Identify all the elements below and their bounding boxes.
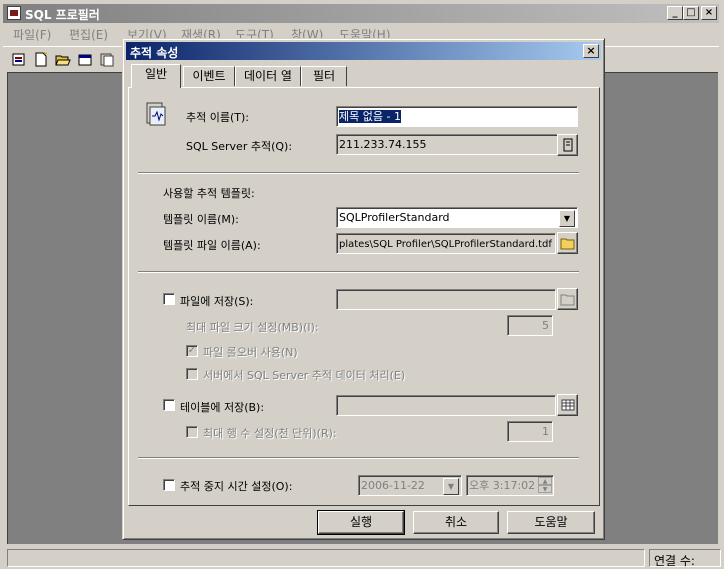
max-rows-checkbox xyxy=(186,426,198,438)
status-connections-label: 연결 수: xyxy=(654,554,695,568)
menu-edit[interactable]: 편집(E) xyxy=(69,26,108,43)
new-template-icon[interactable] xyxy=(33,52,49,67)
chevron-down-icon: ▼ xyxy=(443,478,459,495)
max-file-size-label: 최대 파일 크기 설정(MB)(I): xyxy=(186,321,319,334)
file-rollover-label: 파일 롤오버 사용(N) xyxy=(203,346,298,359)
folder-icon xyxy=(560,238,575,250)
help-button[interactable]: 도움말 xyxy=(507,511,595,534)
max-rows-label: 최대 행 수 설정(천 단위)(R): xyxy=(203,427,337,440)
server-icon xyxy=(563,138,573,152)
save-to-table-checkbox[interactable] xyxy=(163,399,175,411)
spin-down-icon: ▼ xyxy=(538,485,552,493)
properties-icon[interactable] xyxy=(77,52,93,67)
template-name-value: SQLProfilerStandard xyxy=(339,211,450,224)
spin-up-icon: ▲ xyxy=(538,477,552,485)
status-pane-main xyxy=(7,549,645,567)
app-title: SQL 프로필러 xyxy=(25,8,100,22)
trace-icon xyxy=(146,102,166,126)
template-file-value: plates\SQL Profiler\SQLProfilerStandard.… xyxy=(339,239,552,250)
minimize-button[interactable]: _ xyxy=(667,6,683,20)
file-rollover-checkbox: ✓ xyxy=(186,345,198,357)
close-button[interactable]: × xyxy=(701,6,717,20)
template-file-label: 템플릿 파일 이름(A): xyxy=(163,239,261,252)
stop-time-checkbox[interactable] xyxy=(163,479,175,491)
general-tab-panel: 추적 이름(T): 제목 없음 - 1 SQL Server 추적(Q): 21… xyxy=(128,87,600,506)
save-file-path-field xyxy=(336,289,556,310)
sql-server-field: 211.233.74.155 xyxy=(336,134,578,155)
chevron-down-icon[interactable]: ▼ xyxy=(559,210,575,227)
table-icon xyxy=(561,399,575,411)
save-to-file-checkbox[interactable] xyxy=(163,293,175,305)
template-name-label: 템플릿 이름(M): xyxy=(163,213,239,226)
tab-filters[interactable]: 필터 xyxy=(301,66,347,86)
new-trace-icon[interactable] xyxy=(11,52,27,67)
folder-icon xyxy=(560,294,575,306)
max-file-size-value: 5 xyxy=(542,319,549,332)
tab-events[interactable]: 이벤트 xyxy=(183,66,235,86)
dialog-title-bar[interactable]: 추적 속성 × xyxy=(126,42,601,60)
cancel-button[interactable]: 취소 xyxy=(413,511,499,534)
stop-time-value: 오후 3:17:02 xyxy=(469,479,536,492)
separator xyxy=(138,172,579,174)
template-icon[interactable] xyxy=(99,52,115,67)
maximize-button[interactable]: □ xyxy=(683,6,699,20)
trace-name-value: 제목 없음 - 1 xyxy=(339,110,401,123)
stop-time-label: 추적 중지 시간 설정(O): xyxy=(180,480,293,493)
menu-file[interactable]: 파일(F) xyxy=(13,26,51,43)
trace-name-input[interactable]: 제목 없음 - 1 xyxy=(336,106,578,127)
open-icon[interactable] xyxy=(55,52,71,67)
dialog-title: 추적 속성 xyxy=(130,46,179,60)
stop-time-picker: 오후 3:17:02 ▲ ▼ xyxy=(466,475,554,496)
template-section-label: 사용할 추적 템플릿: xyxy=(163,187,255,200)
template-name-select[interactable]: SQLProfilerStandard ▼ xyxy=(336,207,578,228)
sql-server-value: 211.233.74.155 xyxy=(339,138,427,151)
separator xyxy=(138,457,579,459)
template-file-field: plates\SQL Profiler\SQLProfilerStandard.… xyxy=(336,233,556,254)
dialog-close-button[interactable]: × xyxy=(583,44,599,58)
sql-server-label: SQL Server 추적(Q): xyxy=(186,140,293,153)
save-to-file-label: 파일에 저장(S): xyxy=(180,295,254,308)
save-table-browse-button[interactable] xyxy=(557,394,578,416)
stop-date-picker: 2006-11-22 ▼ xyxy=(358,475,462,496)
status-bar: 연결 수: xyxy=(3,547,721,568)
save-to-table-label: 테이블에 저장(B): xyxy=(180,401,265,414)
trace-properties-dialog: 추적 속성 × 일반 이벤트 데이터 열 필터 추적 이름(T): 제목 없음 … xyxy=(122,38,605,540)
max-rows-input: 1 xyxy=(507,421,553,442)
status-pane-connections: 연결 수: xyxy=(649,549,721,568)
stop-date-value: 2006-11-22 xyxy=(361,479,425,492)
separator xyxy=(138,271,579,273)
save-table-field xyxy=(336,395,556,416)
trace-name-label: 추적 이름(T): xyxy=(186,111,249,124)
run-button[interactable]: 실행 xyxy=(317,510,405,535)
server-process-label: 서버에서 SQL Server 추적 데이터 처리(E) xyxy=(203,369,406,382)
save-file-browse-button[interactable] xyxy=(557,288,578,310)
app-title-bar[interactable]: SQL 프로필러 _ □ × xyxy=(3,4,719,23)
max-rows-value: 1 xyxy=(542,425,549,438)
tab-general[interactable]: 일반 xyxy=(131,64,181,88)
app-icon xyxy=(7,6,21,20)
server-select-button[interactable] xyxy=(557,134,578,156)
server-process-checkbox xyxy=(186,368,198,380)
tab-data-columns[interactable]: 데이터 열 xyxy=(235,66,301,86)
template-file-browse-button[interactable] xyxy=(557,232,578,254)
max-file-size-input: 5 xyxy=(507,315,553,336)
